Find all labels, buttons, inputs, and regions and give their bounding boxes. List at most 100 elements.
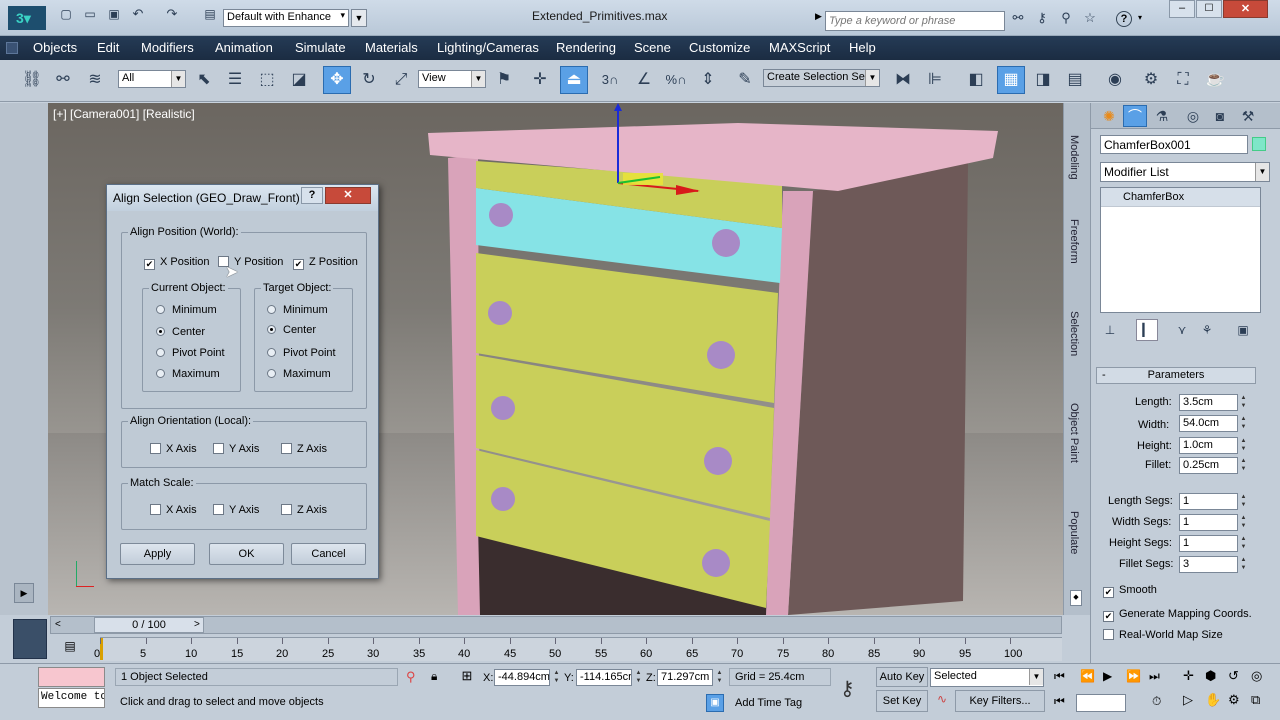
height-input[interactable]: 1.0cm bbox=[1179, 437, 1238, 454]
align-icon[interactable]: ⊫ bbox=[921, 66, 949, 94]
time-slider-thumb[interactable]: 0 / 100 bbox=[94, 617, 204, 633]
set-key-big-icon[interactable]: ⚷ bbox=[840, 676, 855, 701]
goto-start-icon[interactable]: ⏮ bbox=[1054, 669, 1065, 684]
search-expand-icon[interactable]: ▶ bbox=[815, 11, 822, 22]
tab-selection[interactable]: Selection bbox=[1068, 311, 1080, 356]
slider-prev-icon[interactable]: < bbox=[55, 619, 61, 630]
tab-object-paint[interactable]: Object Paint bbox=[1068, 403, 1080, 463]
goto-end-icon[interactable]: ⏭ bbox=[1149, 669, 1160, 684]
maxscript-listener-pink[interactable] bbox=[38, 667, 105, 687]
key-filters-button[interactable]: Key Filters... bbox=[955, 690, 1045, 712]
time-config-icon[interactable]: ⏱ bbox=[1152, 694, 1161, 709]
z-coord-spinner[interactable]: ▲ ▼ bbox=[715, 669, 724, 686]
menu-help[interactable]: Help bbox=[849, 40, 876, 55]
auto-key-button[interactable]: Auto Key bbox=[876, 667, 928, 687]
fillet-spinner[interactable]: ▲ ▼ bbox=[1239, 457, 1248, 474]
workspace-dropdown[interactable]: Default with Enhance ▾ bbox=[223, 9, 349, 27]
utilities-tab-icon[interactable]: ⚒ bbox=[1236, 105, 1260, 127]
close-button[interactable]: ✕ bbox=[1223, 0, 1268, 18]
maximize-toggle-icon[interactable]: ⧉ bbox=[1251, 692, 1260, 708]
selection-filter-dropdown[interactable]: All ▼ bbox=[118, 70, 186, 88]
render-production-icon[interactable]: ☕ bbox=[1201, 66, 1229, 94]
undo-icon[interactable]: ↶ bbox=[128, 4, 148, 24]
pan-hand-icon[interactable]: ✋ bbox=[1205, 692, 1221, 708]
scale-x-axis-checkbox[interactable]: X Axis bbox=[150, 504, 197, 516]
pin-stack-icon[interactable]: ⊥ bbox=[1099, 319, 1121, 341]
redo-icon[interactable]: ↷ bbox=[162, 4, 182, 24]
ribbon-collapse-icon[interactable]: ◆ bbox=[1070, 590, 1082, 606]
create-tab-icon[interactable]: ✺ bbox=[1097, 105, 1121, 127]
mirror-icon[interactable]: ⧓ bbox=[889, 66, 917, 94]
track-bar[interactable]: 0 5 10 15 20 25 30 35 40 45 50 55 60 65 70 75 80 85 90 95 10… bbox=[94, 637, 1062, 661]
project-folder-icon[interactable]: ▤ bbox=[200, 4, 220, 24]
fillet-segs-input[interactable]: 3 bbox=[1179, 556, 1238, 573]
current-center-radio[interactable]: Center bbox=[156, 326, 205, 338]
select-object-icon[interactable]: ⬉ bbox=[190, 66, 218, 94]
next-frame-icon[interactable]: ⏩ bbox=[1126, 669, 1141, 683]
isolate-icon[interactable]: ⚲ bbox=[406, 669, 416, 685]
zoom-extents-icon[interactable]: ↺ bbox=[1228, 668, 1239, 684]
favorites-star-icon[interactable]: ☆ bbox=[1080, 8, 1100, 28]
z-coord-input[interactable]: 71.297cm bbox=[657, 669, 713, 686]
rendered-frame-icon[interactable]: ⛶ bbox=[1169, 66, 1197, 94]
help-icon[interactable]: ? bbox=[1116, 11, 1132, 27]
x-coord-spinner[interactable]: ▲ ▼ bbox=[552, 669, 561, 686]
named-selection-dropdown[interactable]: Create Selection Se ▼ bbox=[763, 69, 880, 87]
ok-button[interactable]: OK bbox=[209, 543, 284, 565]
generate-mapping-checkbox[interactable]: ✔ Generate Mapping Coords. bbox=[1103, 608, 1252, 622]
object-name-field[interactable]: ChamferBox001 bbox=[1100, 135, 1248, 154]
new-file-icon[interactable]: ▢ bbox=[56, 4, 76, 24]
length-spinner[interactable]: ▲ ▼ bbox=[1239, 394, 1248, 411]
play-icon[interactable]: ▶ bbox=[1103, 669, 1112, 683]
z-position-checkbox[interactable]: ✔ Z Position bbox=[293, 256, 358, 270]
spinner-snap-icon[interactable]: ⇕ bbox=[694, 66, 722, 94]
help-dropdown-icon[interactable]: ▾ bbox=[1138, 13, 1142, 22]
keyboard-shortcut-override-icon[interactable]: ⏏ bbox=[560, 66, 588, 94]
time-tag-icon[interactable]: ▣ bbox=[706, 694, 724, 712]
add-time-tag[interactable]: Add Time Tag bbox=[735, 697, 802, 709]
maximize-button[interactable]: ☐ bbox=[1196, 0, 1222, 18]
length-segs-spinner[interactable]: ▲ ▼ bbox=[1239, 493, 1248, 510]
target-center-radio[interactable]: Center bbox=[267, 324, 316, 336]
y-coord-input[interactable]: -114.165cr bbox=[576, 669, 632, 686]
signin-icon[interactable]: ⚲ bbox=[1056, 8, 1076, 28]
current-minimum-radio[interactable]: Minimum bbox=[156, 304, 217, 316]
unlink-icon[interactable]: ⚯ bbox=[49, 66, 77, 94]
select-and-scale-icon[interactable]: ⤢ bbox=[387, 66, 415, 94]
configure-sets-icon[interactable]: ▣ bbox=[1232, 319, 1254, 341]
material-editor-icon[interactable]: ◉ bbox=[1101, 66, 1129, 94]
menu-modifiers[interactable]: Modifiers bbox=[141, 40, 194, 55]
snaps-toggle-icon[interactable]: 3∩ bbox=[596, 66, 624, 94]
window-crossing-icon[interactable]: ◪ bbox=[285, 66, 313, 94]
search-input[interactable]: Type a keyword or phrase bbox=[825, 11, 1005, 31]
modify-tab-icon[interactable]: ⌒ bbox=[1123, 105, 1147, 127]
length-segs-input[interactable]: 1 bbox=[1179, 493, 1238, 510]
tab-modeling[interactable]: Modeling bbox=[1068, 135, 1080, 180]
walkthrough-icon[interactable]: ▷ bbox=[1183, 692, 1193, 708]
open-file-icon[interactable]: ▭ bbox=[80, 4, 100, 24]
set-key-button[interactable]: Set Key bbox=[876, 690, 928, 712]
render-setup-icon[interactable]: ⚙ bbox=[1137, 66, 1165, 94]
current-frame-field[interactable] bbox=[1076, 694, 1126, 712]
height-spinner[interactable]: ▲ ▼ bbox=[1239, 437, 1248, 454]
y-coord-spinner[interactable]: ▲ ▼ bbox=[634, 669, 643, 686]
reference-coordinate-dropdown[interactable]: View ▼ bbox=[418, 70, 486, 88]
select-and-link-icon[interactable]: ⛓ bbox=[18, 66, 46, 94]
field-of-view-icon[interactable]: ◎ bbox=[1251, 668, 1262, 684]
dialog-close-button[interactable]: ✕ bbox=[325, 187, 371, 204]
menu-objects[interactable]: Objects bbox=[33, 40, 77, 55]
menu-simulate[interactable]: Simulate bbox=[295, 40, 346, 55]
stack-item[interactable]: ChamferBox bbox=[1101, 188, 1260, 207]
key-mode-toggle-icon[interactable]: ⏮ bbox=[1054, 694, 1065, 709]
curve-editor-icon[interactable]: ◨ bbox=[1029, 66, 1057, 94]
menu-edit[interactable]: Edit bbox=[97, 40, 119, 55]
absolute-mode-icon[interactable]: ⊞ bbox=[458, 668, 476, 686]
bind-spacewarp-icon[interactable]: ≋ bbox=[81, 66, 109, 94]
mini-listener-icon[interactable] bbox=[13, 619, 47, 659]
fillet-input[interactable]: 0.25cm bbox=[1179, 457, 1238, 474]
schematic-view-icon[interactable]: ▤ bbox=[1061, 66, 1089, 94]
width-segs-input[interactable]: 1 bbox=[1179, 514, 1238, 531]
prev-frame-icon[interactable]: ⏪ bbox=[1080, 669, 1095, 683]
current-pivot-radio[interactable]: Pivot Point bbox=[156, 347, 225, 359]
target-pivot-radio[interactable]: Pivot Point bbox=[267, 347, 336, 359]
